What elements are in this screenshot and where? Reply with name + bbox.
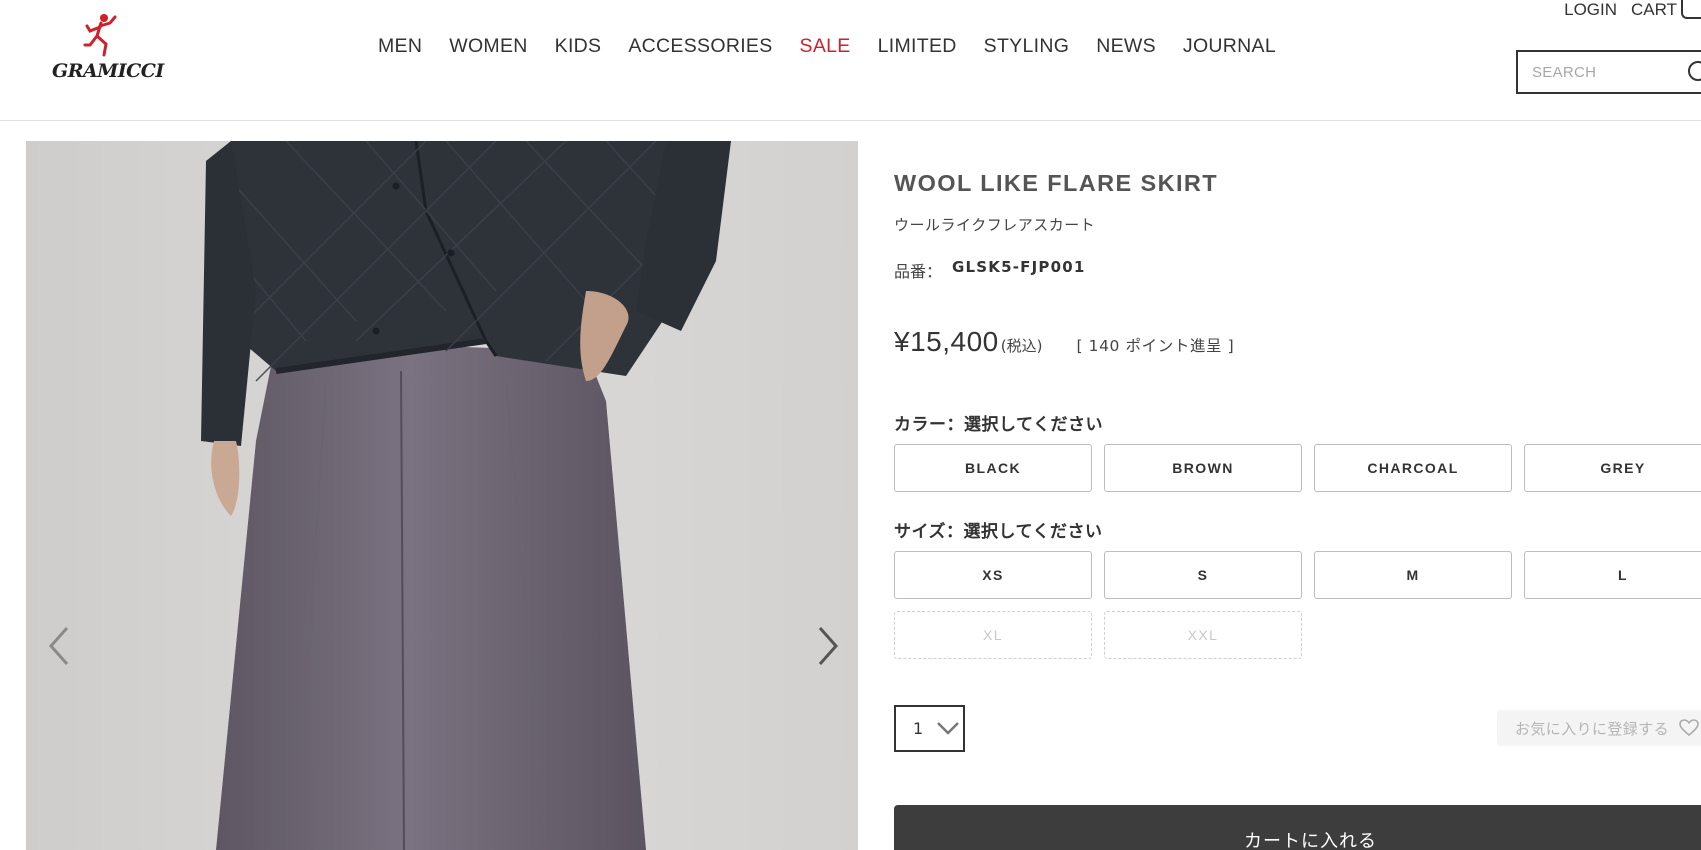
color-option-grey[interactable]: GREY	[1524, 444, 1701, 492]
heart-icon	[1679, 719, 1699, 737]
search-icon[interactable]	[1688, 61, 1701, 81]
nav-women[interactable]: WOMEN	[449, 35, 527, 58]
favorite-label: お気に入りに登録する	[1515, 719, 1670, 738]
gramicci-running-man-icon	[83, 14, 117, 57]
chevron-left-icon	[48, 627, 69, 665]
favorite-button[interactable]: お気に入りに登録する	[1497, 710, 1701, 746]
product-price: ¥15,400	[894, 326, 999, 357]
price-row: ¥15,400 (税込) [ 140 ポイント進呈 ]	[894, 326, 1234, 358]
sku-label: 品番：	[894, 262, 943, 281]
search-box	[1516, 50, 1701, 94]
nav-journal[interactable]: JOURNAL	[1183, 35, 1276, 58]
chevron-right-icon	[818, 627, 839, 665]
color-option-brown[interactable]: BROWN	[1104, 444, 1302, 492]
product-title: WOOL LIKE FLARE SKIRT	[894, 170, 1219, 196]
sku-value: GLSK5-FJP001	[952, 258, 1086, 276]
product-photo	[26, 141, 858, 850]
nav-accessories[interactable]: ACCESSORIES	[628, 35, 772, 58]
color-option-black[interactable]: BLACK	[894, 444, 1092, 492]
cart-icon[interactable]	[1681, 0, 1701, 19]
product-sku: 品番： GLSK5-FJP001	[894, 258, 1086, 282]
product-subtitle: ウールライクフレアスカート	[894, 216, 1096, 234]
product-image-gallery[interactable]	[26, 141, 858, 850]
main-nav: MEN WOMEN KIDS ACCESSORIES SALE LIMITED …	[378, 35, 1303, 58]
color-options: BLACK BROWN CHARCOAL GREY	[894, 444, 1701, 492]
quantity-value: 1	[913, 719, 924, 738]
size-option-xxl: XXL	[1104, 611, 1302, 659]
tax-note: (税込)	[1000, 337, 1043, 355]
utility-links: LOGIN CART	[1564, 0, 1701, 20]
search-input[interactable]	[1532, 52, 1682, 92]
quantity-select[interactable]: 1	[894, 705, 965, 752]
reward-points: [ 140 ポイント進呈 ]	[1076, 337, 1235, 355]
color-option-charcoal[interactable]: CHARCOAL	[1314, 444, 1512, 492]
size-option-m[interactable]: M	[1314, 551, 1512, 599]
add-to-cart-label: カートに入れる	[1244, 831, 1377, 850]
login-link[interactable]: LOGIN	[1564, 0, 1617, 20]
site-header: GRAMICCI MEN WOMEN KIDS ACCESSORIES SALE…	[0, 0, 1701, 121]
gallery-prev-button[interactable]	[45, 622, 73, 670]
nav-kids[interactable]: KIDS	[555, 35, 602, 58]
nav-sale[interactable]: SALE	[800, 35, 851, 58]
nav-styling[interactable]: STYLING	[984, 35, 1070, 58]
nav-news[interactable]: NEWS	[1096, 35, 1156, 58]
chevron-down-icon	[937, 722, 959, 735]
size-option-s[interactable]: S	[1104, 551, 1302, 599]
nav-limited[interactable]: LIMITED	[878, 35, 957, 58]
brand-wordmark: GRAMICCI	[52, 60, 164, 82]
color-label: カラー：選択してください	[894, 415, 1103, 435]
nav-men[interactable]: MEN	[378, 35, 422, 58]
size-label: サイズ：選択してください	[894, 522, 1103, 542]
size-option-xs[interactable]: XS	[894, 551, 1092, 599]
add-to-cart-button[interactable]: カートに入れる	[894, 805, 1701, 850]
brand-logo[interactable]: GRAMICCI	[52, 12, 164, 84]
gallery-next-button[interactable]	[814, 622, 842, 670]
size-option-xl: XL	[894, 611, 1092, 659]
size-option-l[interactable]: L	[1524, 551, 1701, 599]
cart-link[interactable]: CART	[1631, 0, 1677, 20]
size-options: XS S M L XL XXL	[894, 551, 1701, 659]
